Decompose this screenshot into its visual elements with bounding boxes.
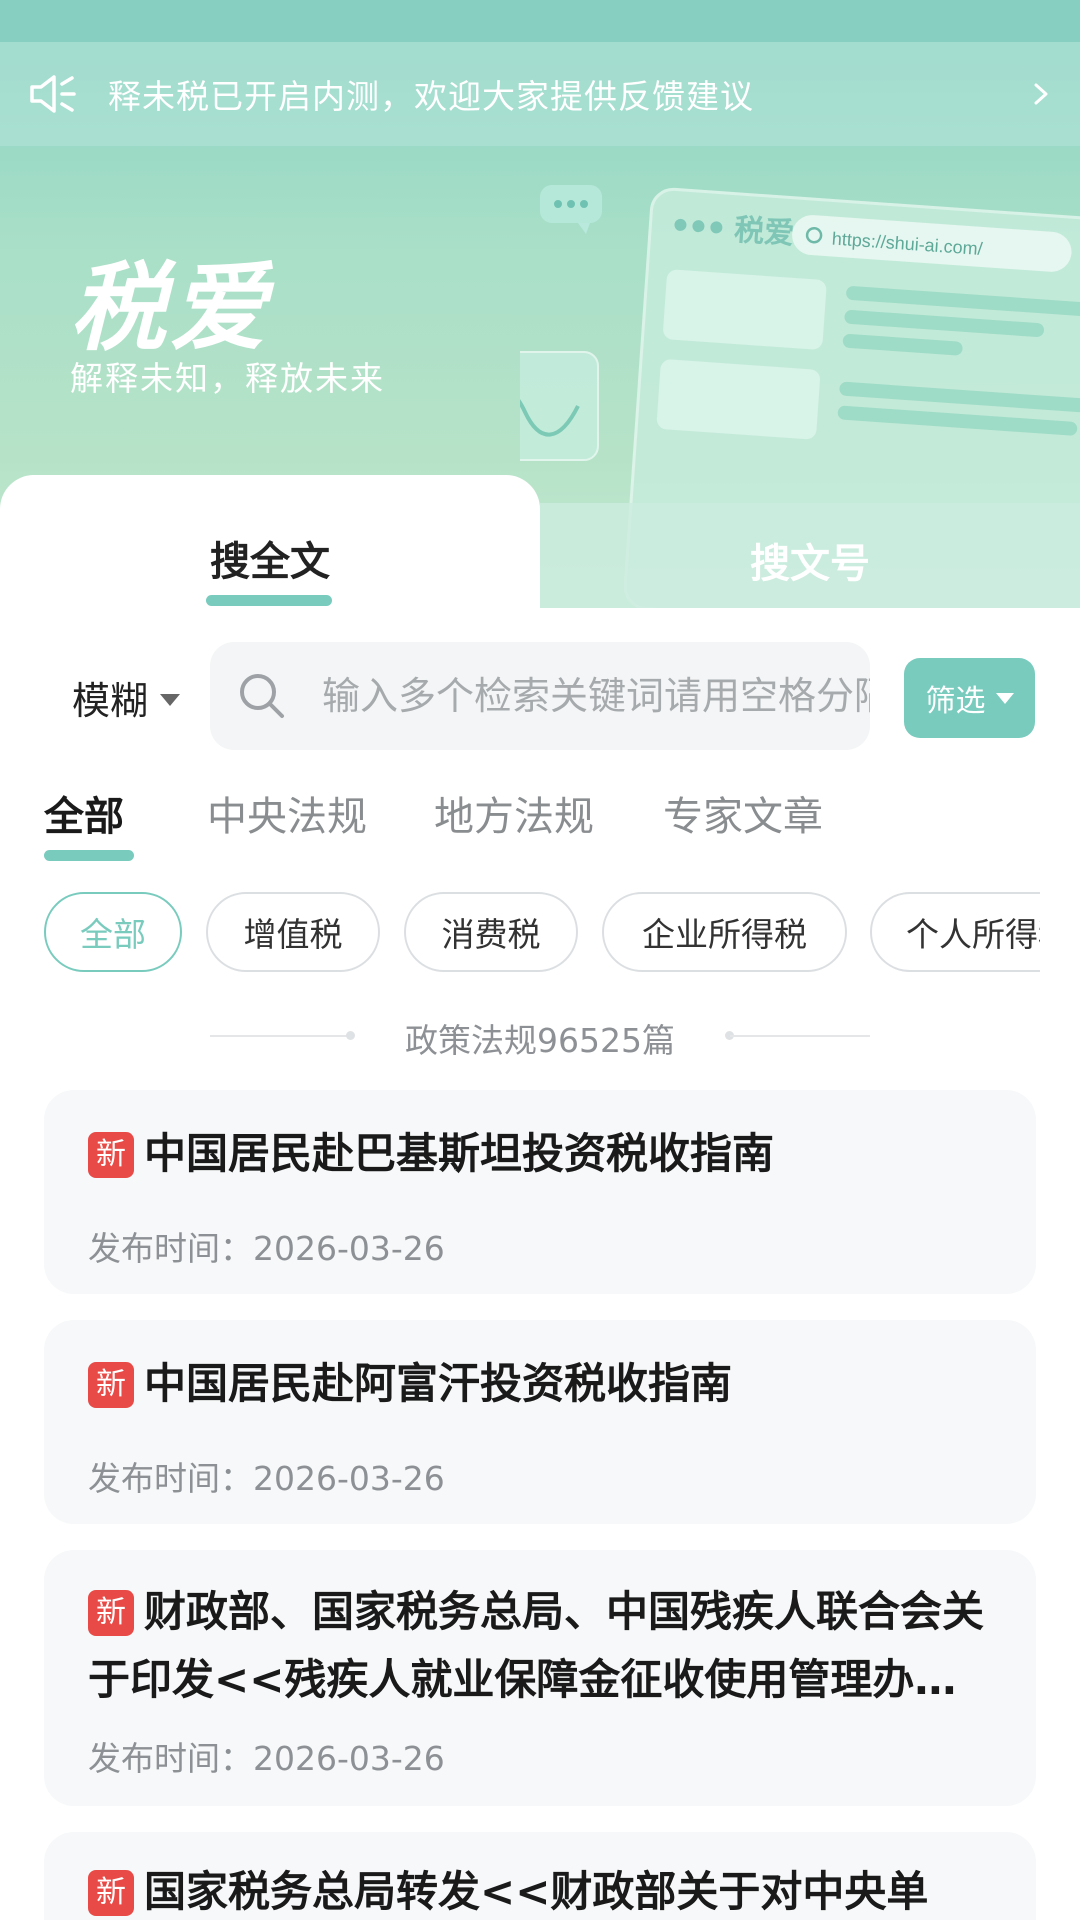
- result-count-row: 政策法规96525篇: [0, 1014, 1080, 1060]
- result-title: 新中国居民赴巴基斯坦投资税收指南: [88, 1120, 996, 1188]
- chip-consumption-tax[interactable]: 消费税: [404, 892, 578, 972]
- result-title: 新财政部、国家税务总局、中国残疾人联合会关于印发<<残疾人就业保障金征收使用管理…: [88, 1578, 996, 1714]
- speaker-icon: [30, 75, 76, 113]
- brand-title: 税爱: [70, 251, 270, 364]
- match-mode-dropdown[interactable]: 模糊: [72, 670, 181, 725]
- status-bar: [0, 0, 1080, 42]
- search-input[interactable]: [322, 674, 870, 718]
- result-date: 发布时间：2026-03-26: [88, 1229, 445, 1268]
- search-row: 模糊 筛选: [0, 640, 1080, 752]
- chat-bubble-icon: [540, 185, 602, 234]
- search-icon: [240, 674, 284, 718]
- wave-card: [520, 351, 599, 461]
- caret-down-icon: [995, 692, 1014, 704]
- chip-individual-income-tax[interactable]: 个人所得税: [870, 892, 1040, 972]
- notice-text: 释未税已开启内测，欢迎大家提供反馈建议: [108, 77, 754, 116]
- filter-label: 筛选: [925, 685, 986, 718]
- result-card[interactable]: 新中国居民赴阿富汗投资税收指南 发布时间：2026-03-26: [44, 1320, 1036, 1524]
- new-badge: 新: [88, 1132, 134, 1178]
- new-badge: 新: [88, 1362, 134, 1408]
- tab-doc-number[interactable]: 搜文号: [540, 503, 1080, 608]
- tab-full-text[interactable]: 搜全文: [0, 475, 540, 608]
- search-box[interactable]: [210, 642, 870, 750]
- tab-local-regulations[interactable]: 地方法规: [434, 784, 594, 842]
- illus-browser-label: 税爱: [733, 214, 795, 251]
- tab-all[interactable]: 全部: [44, 784, 124, 842]
- chip-vat[interactable]: 增值税: [206, 892, 380, 972]
- tab-expert-articles[interactable]: 专家文章: [663, 784, 823, 842]
- match-mode-label: 模糊: [72, 679, 149, 723]
- search-mode-tabs: 搜全文 搜文号: [0, 475, 1080, 608]
- result-date: 发布时间：2026-03-26: [88, 1739, 445, 1778]
- tab-full-text-label: 搜全文: [210, 539, 330, 585]
- brand-subtitle: 解释未知，释放未来: [70, 359, 385, 398]
- tab-central-regulations[interactable]: 中央法规: [207, 784, 367, 842]
- result-title-text: 中国居民赴阿富汗投资税收指南: [144, 1359, 733, 1408]
- chevron-right-icon: [1034, 83, 1048, 105]
- caret-down-icon: [160, 693, 181, 706]
- result-title-text: 中国居民赴巴基斯坦投资税收指南: [144, 1129, 775, 1178]
- tab-active-indicator: [206, 595, 332, 606]
- hero-banner: 释未税已开启内测，欢迎大家提供反馈建议 税爱 解释未知，释放未来 税爱 http…: [0, 0, 1080, 608]
- chip-corporate-income-tax[interactable]: 企业所得税: [602, 892, 847, 972]
- result-card[interactable]: 新中国居民赴巴基斯坦投资税收指南 发布时间：2026-03-26: [44, 1090, 1036, 1294]
- result-title-text: 财政部、国家税务总局、中国残疾人联合会关于印发<<残疾人就业保障金征收使用管理办…: [88, 1587, 985, 1704]
- result-count: 政策法规96525篇: [405, 1021, 675, 1060]
- result-date: 发布时间：2026-03-26: [88, 1459, 445, 1498]
- tax-type-chips: 全部 增值税 消费税 企业所得税 个人所得税: [0, 892, 1040, 974]
- divider-line: [730, 1035, 870, 1037]
- result-card[interactable]: 新国家税务总局转发<<财政部关于对中央单: [44, 1832, 1036, 1920]
- new-badge: 新: [88, 1870, 134, 1916]
- result-card[interactable]: 新财政部、国家税务总局、中国残疾人联合会关于印发<<残疾人就业保障金征收使用管理…: [44, 1550, 1036, 1806]
- tab-doc-number-label: 搜文号: [750, 541, 870, 587]
- result-title-text: 国家税务总局转发<<财政部关于对中央单: [144, 1867, 929, 1916]
- chip-all[interactable]: 全部: [44, 892, 182, 972]
- notice-bar[interactable]: 释未税已开启内测，欢迎大家提供反馈建议: [0, 42, 1080, 146]
- category-active-indicator: [44, 850, 134, 861]
- category-tabs: 全部 中央法规 地方法规 专家文章: [0, 784, 1080, 864]
- result-title: 新中国居民赴阿富汗投资税收指南: [88, 1350, 996, 1418]
- result-title: 新国家税务总局转发<<财政部关于对中央单: [88, 1858, 996, 1920]
- new-badge: 新: [88, 1590, 134, 1636]
- filter-button[interactable]: 筛选: [904, 658, 1035, 738]
